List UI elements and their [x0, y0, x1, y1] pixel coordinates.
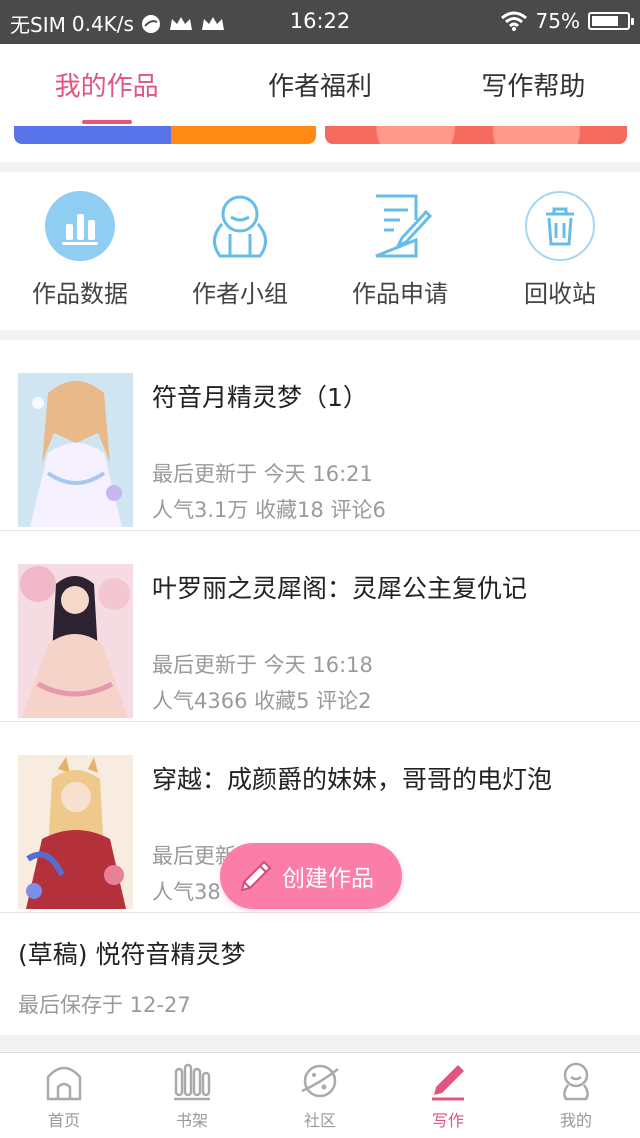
battery-fill	[592, 16, 618, 26]
wifi-icon	[500, 11, 527, 31]
nav-label: 写作	[431, 1111, 464, 1130]
work-stats: 人气38	[152, 880, 221, 904]
profile-icon	[563, 1062, 589, 1101]
work-cover-image	[18, 755, 133, 909]
recycle-bin-button[interactable]: 回收站	[480, 172, 640, 330]
work-title: 叶罗丽之灵犀阁：灵犀公主复仇记	[152, 574, 528, 603]
banner-right[interactable]	[325, 126, 627, 144]
draft-item[interactable]: (草稿) 悦符音精灵梦 最后保存于 12-27	[0, 913, 640, 1035]
planet-icon	[301, 1064, 339, 1098]
work-item[interactable]: 叶罗丽之灵犀阁：灵犀公主复仇记 最后更新于 今天 16:18 人气4366 收藏…	[0, 531, 640, 722]
work-item[interactable]: 符音月精灵梦（1） 最后更新于 今天 16:21 人气3.1万 收藏18 评论6	[0, 340, 640, 531]
nav-label: 书架	[175, 1111, 208, 1130]
tab-label: 写作帮助	[481, 72, 586, 102]
work-title: 符音月精灵梦（1）	[152, 383, 368, 412]
tab-label: 我的作品	[54, 72, 159, 102]
draft-saved-time: 最后保存于 12-27	[18, 993, 191, 1017]
quick-action-label: 回收站	[524, 280, 596, 308]
chart-icon	[45, 191, 115, 261]
edit-document-icon	[375, 194, 433, 258]
tab-writing-help[interactable]: 写作帮助	[427, 44, 640, 126]
battery-percent: 75%	[535, 9, 580, 33]
tab-active-indicator	[81, 120, 132, 124]
work-updated: 最后更新于 今天 16:21	[152, 462, 373, 486]
nav-label: 我的	[559, 1111, 592, 1130]
home-icon	[46, 1066, 82, 1101]
quick-action-label: 作品申请	[352, 280, 448, 308]
work-stats: 人气4366 收藏5 评论2	[152, 689, 372, 713]
quick-action-label: 作者小组	[192, 280, 288, 308]
nav-write[interactable]: 写作	[384, 1053, 512, 1138]
trash-icon	[525, 191, 595, 261]
nav-label: 首页	[47, 1111, 80, 1130]
work-application-button[interactable]: 作品申请	[320, 172, 480, 330]
pencil-icon	[240, 860, 272, 892]
work-cover-image	[18, 564, 133, 718]
group-icon	[213, 195, 267, 258]
create-work-label: 创建作品	[282, 866, 374, 892]
top-tabs: 我的作品 作者福利 写作帮助	[0, 44, 640, 126]
works-list: 符音月精灵梦（1） 最后更新于 今天 16:21 人气3.1万 收藏18 评论6…	[0, 340, 640, 1035]
work-stats: 人气3.1万 收藏18 评论6	[152, 498, 386, 522]
tab-my-works[interactable]: 我的作品	[0, 44, 213, 126]
draft-title: (草稿) 悦符音精灵梦	[18, 940, 246, 969]
nav-bookshelf[interactable]: 书架	[128, 1053, 256, 1138]
work-cover-image	[18, 373, 133, 527]
bottom-nav: 首页 书架 社区 写作 我的	[0, 1052, 640, 1138]
pen-icon	[432, 1065, 464, 1101]
quick-action-label: 作品数据	[32, 280, 128, 308]
tab-label: 作者福利	[267, 72, 372, 102]
nav-community[interactable]: 社区	[256, 1053, 384, 1138]
banner-carousel[interactable]	[0, 126, 640, 162]
tab-author-benefits[interactable]: 作者福利	[213, 44, 426, 126]
create-work-button[interactable]: 创建作品	[220, 843, 402, 909]
work-title: 穿越：成颜爵的妹妹，哥哥的电灯泡	[152, 765, 553, 794]
author-group-button[interactable]: 作者小组	[160, 172, 320, 330]
quick-actions: 作品数据 作者小组 作品申请 回收站	[0, 172, 640, 330]
nav-profile[interactable]: 我的	[512, 1053, 640, 1138]
bookshelf-icon	[174, 1063, 211, 1101]
status-bar: 无SIM 0.4K/s 16:22 75%	[0, 0, 640, 44]
banner-left[interactable]	[14, 126, 316, 144]
status-right: 75%	[500, 9, 634, 33]
nav-label: 社区	[303, 1111, 336, 1130]
work-data-button[interactable]: 作品数据	[0, 172, 160, 330]
work-updated: 最后更新于 今天 16:18	[152, 653, 373, 677]
nav-home[interactable]: 首页	[0, 1053, 128, 1138]
battery-icon	[588, 12, 634, 30]
